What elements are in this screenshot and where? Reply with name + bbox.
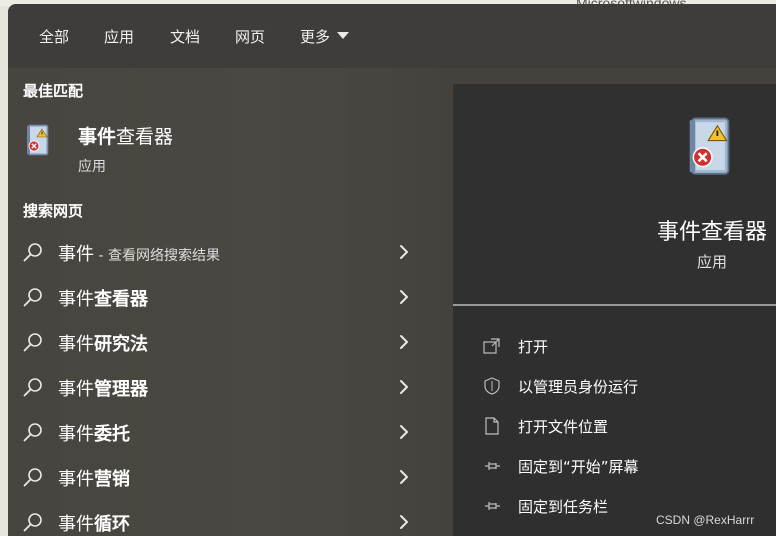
watermark: CSDN @RexHarrr (656, 513, 755, 527)
action-item[interactable]: 以管理员身份运行 (453, 368, 776, 404)
divider (453, 304, 776, 306)
search-icon (23, 333, 42, 352)
pin-icon (485, 462, 500, 470)
web-result-bold: 委托 (94, 424, 130, 445)
web-result-row[interactable]: 事件 - 查看网络搜索结果 (8, 231, 438, 276)
web-result-prefix: 事件 (58, 244, 94, 265)
best-match-name-bold: 事件 (78, 126, 117, 148)
web-result-row[interactable]: 事件循环 (8, 501, 438, 536)
web-result-bold: 查看器 (94, 289, 148, 310)
search-icon (23, 243, 42, 262)
web-result-row[interactable]: 事件委托 (8, 411, 438, 456)
web-result-bold: 研究法 (94, 334, 148, 355)
chevron-right-icon (400, 380, 408, 394)
chevron-right-icon (400, 245, 408, 259)
web-result-bold: 管理器 (94, 379, 148, 400)
detail-pane: 事件查看器 应用 打开以管理员身份运行 打开文件位置固定到“开始”屏幕 固定到任务栏 (453, 84, 776, 536)
chevron-right-icon (400, 290, 408, 304)
web-search-heading: 搜索网页 (23, 202, 84, 220)
best-match-heading: 最佳匹配 (23, 82, 84, 100)
web-result-bold: 循环 (94, 514, 130, 535)
web-result-text: 事件 - 查看网络搜索结果 (58, 240, 220, 266)
file-location-icon (485, 417, 499, 435)
search-icon (23, 378, 42, 397)
open-icon (483, 338, 500, 354)
action-label: 固定到任务栏 (518, 498, 609, 516)
pin-icon (485, 502, 500, 510)
action-item[interactable]: 打开 (453, 328, 776, 364)
search-icon (23, 513, 42, 532)
web-result-row[interactable]: 事件营销 (8, 456, 438, 501)
web-result-row[interactable]: 事件管理器 (8, 366, 438, 411)
event-viewer-icon (689, 117, 730, 175)
web-result-text: 事件循环 (58, 510, 130, 536)
action-label: 打开 (518, 338, 549, 356)
event-viewer-icon (27, 124, 49, 156)
tab-more-label: 更多 (300, 28, 331, 46)
search-icon (23, 288, 42, 307)
search-icon (23, 468, 42, 487)
web-result-prefix: 事件 (58, 424, 94, 445)
caret-down-icon (337, 32, 350, 39)
web-result-prefix: 事件 (58, 469, 94, 490)
web-result-text: 事件营销 (58, 465, 130, 491)
search-panel: 全部 应用 文档 网页 更多 最佳匹配 事件查看器 应用 搜索网页 事件 - 查… (8, 4, 776, 536)
filter-tabs: 全部 应用 文档 网页 更多 (8, 4, 776, 68)
web-result-text: 事件委托 (58, 420, 130, 446)
action-label: 固定到“开始”屏幕 (518, 458, 639, 476)
results-list: 最佳匹配 事件查看器 应用 搜索网页 事件 - 查看网络搜索结果 事件查看器 事件研… (8, 68, 438, 536)
web-result-prefix: 事件 (58, 379, 94, 400)
web-result-prefix: 事件 (58, 514, 94, 535)
search-icon (23, 423, 42, 442)
action-label: 以管理员身份运行 (518, 378, 639, 396)
web-result-text: 事件查看器 (58, 285, 148, 311)
chevron-right-icon (400, 425, 408, 439)
web-result-row[interactable]: 事件查看器 (8, 276, 438, 321)
tab-all[interactable]: 全部 (39, 26, 69, 47)
web-result-bold: 营销 (94, 469, 130, 490)
best-match-type: 应用 (78, 159, 106, 175)
chevron-right-icon (400, 470, 408, 484)
tab-documents[interactable]: 文档 (170, 26, 200, 47)
chevron-right-icon (400, 515, 408, 529)
web-result-prefix: 事件 (58, 289, 94, 310)
best-match-name-rest: 查看器 (116, 126, 174, 148)
detail-app-name: 事件查看器 (657, 220, 768, 245)
web-result-prefix: 事件 (58, 334, 94, 355)
action-label: 打开文件位置 (518, 418, 609, 436)
shield-icon (484, 377, 500, 395)
best-match-name: 事件查看器 (78, 122, 173, 149)
chevron-right-icon (400, 335, 408, 349)
web-result-text: 事件管理器 (58, 375, 148, 401)
detail-app-type: 应用 (697, 253, 728, 271)
tab-apps[interactable]: 应用 (104, 26, 134, 47)
detail-header: 事件查看器 应用 (453, 84, 776, 304)
web-result-text: 事件研究法 (58, 330, 148, 356)
tab-web[interactable]: 网页 (235, 26, 265, 47)
action-item[interactable]: 打开文件位置 (453, 408, 776, 444)
web-result-suffix: - 查看网络搜索结果 (94, 248, 220, 264)
action-item[interactable]: 固定到“开始”屏幕 (453, 448, 776, 484)
web-result-row[interactable]: 事件研究法 (8, 321, 438, 366)
tab-more[interactable]: 更多 (300, 26, 350, 47)
